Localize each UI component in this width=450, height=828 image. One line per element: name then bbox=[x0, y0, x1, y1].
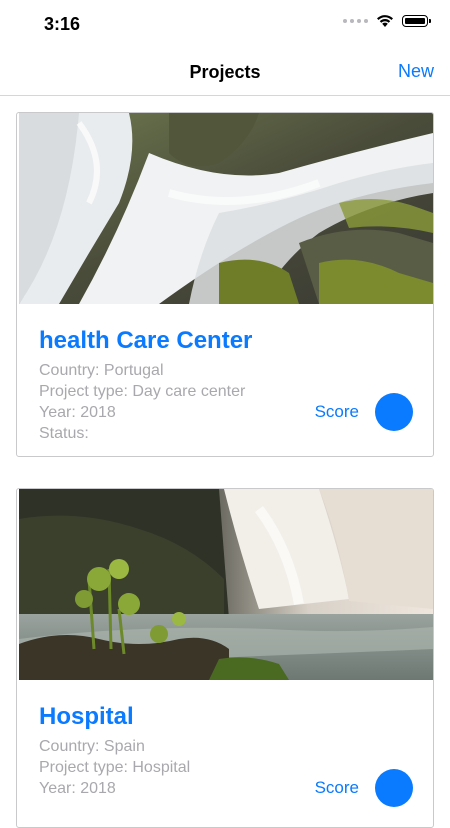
project-country: Country: Spain bbox=[39, 738, 145, 755]
new-project-button[interactable]: New bbox=[398, 61, 434, 82]
project-image bbox=[19, 113, 433, 304]
status-icons bbox=[343, 14, 431, 28]
navigation-bar: Projects New bbox=[0, 48, 450, 96]
score-indicator[interactable] bbox=[375, 393, 413, 431]
project-title: Hospital bbox=[39, 703, 134, 730]
project-year: Year: 2018 bbox=[39, 404, 116, 421]
project-country: Country: Portugal bbox=[39, 362, 164, 379]
project-type: Project type: Day care center bbox=[39, 383, 246, 400]
cellular-signal-icon bbox=[343, 19, 368, 23]
project-card[interactable]: health Care Center Country: Portugal Pro… bbox=[16, 112, 434, 457]
score-button[interactable]: Score bbox=[315, 393, 413, 431]
status-bar: 3:16 bbox=[0, 0, 450, 48]
battery-icon bbox=[402, 15, 431, 27]
status-time: 3:16 bbox=[44, 14, 81, 34]
score-label: Score bbox=[314, 778, 359, 797]
project-title: health Care Center bbox=[39, 327, 253, 354]
score-label: Score bbox=[314, 402, 359, 421]
wifi-icon bbox=[377, 15, 393, 27]
score-indicator[interactable] bbox=[375, 769, 413, 807]
project-type: Project type: Hospital bbox=[39, 759, 191, 776]
project-card[interactable]: Hospital Country: Spain Project type: Ho… bbox=[16, 488, 434, 828]
page-title: Projects bbox=[189, 62, 261, 82]
project-image bbox=[19, 489, 433, 680]
project-status: Status: bbox=[39, 425, 89, 442]
score-button[interactable]: Score bbox=[315, 769, 413, 807]
project-year: Year: 2018 bbox=[39, 780, 116, 797]
project-details: Country: Portugal Project type: Day care… bbox=[39, 360, 245, 444]
project-details: Country: Spain Project type: Hospital Ye… bbox=[39, 736, 190, 799]
